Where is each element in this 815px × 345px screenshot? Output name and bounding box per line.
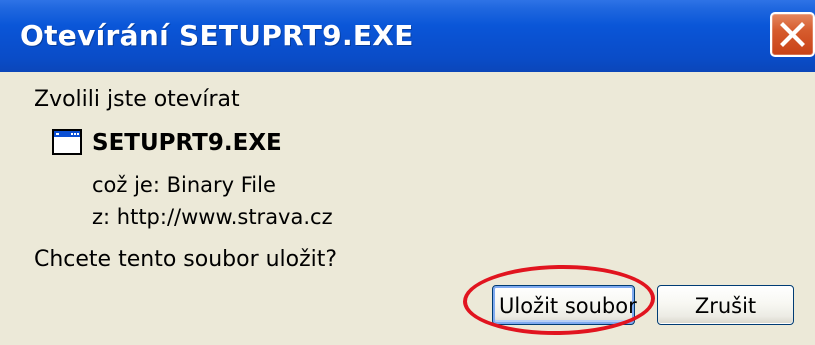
save-file-dialog: Otevírání SETUPRT9.EXE Zvolili jste otev… bbox=[0, 0, 815, 345]
window-titlebar[interactable]: Otevírání SETUPRT9.EXE bbox=[0, 0, 815, 72]
cancel-button[interactable]: Zrušit bbox=[657, 285, 794, 325]
file-source-line: z: http://www.strava.cz bbox=[92, 205, 333, 229]
prompt-text: Zvolili jste otevírat bbox=[34, 87, 240, 112]
save-question: Chcete tento soubor uložit? bbox=[34, 247, 338, 272]
save-file-button[interactable]: Uložit soubor bbox=[492, 285, 637, 325]
window-title: Otevírání SETUPRT9.EXE bbox=[20, 19, 414, 52]
file-type-line: což je: Binary File bbox=[92, 173, 276, 197]
close-button[interactable] bbox=[770, 12, 815, 57]
dialog-content: Zvolili jste otevírat SETUPRT9.EXE což j… bbox=[0, 72, 815, 345]
file-name: SETUPRT9.EXE bbox=[92, 130, 282, 156]
close-icon bbox=[780, 22, 805, 47]
application-window-icon bbox=[52, 129, 82, 155]
